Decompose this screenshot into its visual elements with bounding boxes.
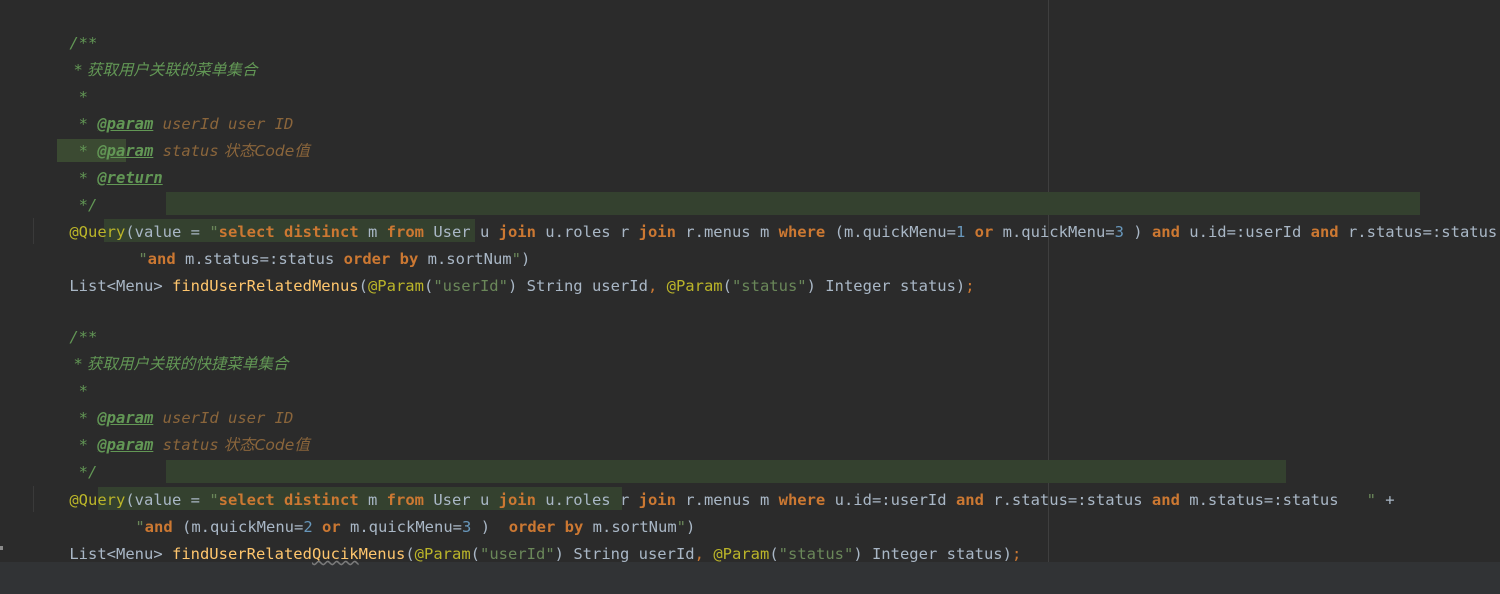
doc-param-name: status	[153, 142, 219, 160]
concat-operator: +	[1375, 491, 1395, 509]
code-line[interactable]: */	[32, 165, 98, 214]
code-editor[interactable]: /** * 获取用户关联的菜单集合 * * @param userId user…	[0, 0, 1500, 594]
code-line[interactable]: * @return	[32, 138, 163, 187]
code-line[interactable]: List<Menu> findUserRelatedQucikMenus(@Pa…	[32, 514, 1021, 563]
gutter-marker	[0, 546, 3, 550]
sql-keyword: and	[1151, 491, 1180, 509]
paren: (	[470, 545, 480, 563]
paren: (	[769, 545, 779, 563]
param-declaration: ) Integer status)	[853, 545, 1012, 563]
typo-warning[interactable]: Qucik	[312, 545, 359, 563]
sql-number: 1	[955, 223, 966, 241]
sql-keyword: or	[974, 223, 994, 241]
doc-comment-description: * 获取用户关联的菜单集合	[69, 61, 258, 79]
string-literal: "userId"	[433, 277, 508, 295]
method-name[interactable]: findUserRelatedMenus	[172, 277, 359, 295]
code-line[interactable]: * 获取用户关联的快捷菜单集合	[32, 324, 288, 373]
doc-comment-description: * 获取用户关联的快捷菜单集合	[69, 355, 289, 373]
code-line[interactable]: List<Menu> findUserRelatedMenus(@Param("…	[32, 246, 974, 295]
method-name[interactable]: findUserRelated	[172, 545, 312, 563]
string-quote: "	[1366, 491, 1376, 509]
paren: (	[423, 277, 434, 295]
return-type: List<Menu>	[69, 545, 172, 563]
code-line[interactable]: */	[32, 432, 98, 481]
code-line[interactable]: @Query(value = "select distinct m from U…	[32, 460, 1394, 509]
code-line[interactable]: * @param status 状态Code值	[32, 405, 310, 454]
code-line[interactable]: * @param userId user ID	[32, 378, 294, 427]
comma: ,	[647, 277, 667, 295]
param-annotation: @Param	[713, 545, 770, 563]
code-line[interactable]: /**	[32, 297, 97, 346]
string-literal: "status"	[778, 545, 854, 563]
code-line[interactable]: @Query(value = "select distinct m from U…	[32, 192, 1500, 241]
sql-text: u.id=:userId	[825, 491, 956, 509]
sql-text: m.status=:status	[1179, 491, 1367, 509]
param-annotation: @Param	[367, 277, 424, 295]
sql-keyword: and	[955, 491, 984, 509]
sql-keyword: where	[778, 223, 826, 241]
sql-number: 3	[1114, 223, 1124, 241]
string-literal: "status"	[731, 277, 807, 295]
code-line[interactable]: *	[32, 57, 88, 106]
sql-keyword: and	[1310, 223, 1339, 241]
sql-keyword: where	[778, 491, 826, 509]
code-line[interactable]: "and (m.quickMenu=2 or m.quickMenu=3 ) o…	[98, 487, 695, 536]
sql-text: r.status=:status	[983, 491, 1152, 509]
doc-param-name: status	[153, 436, 219, 454]
doc-param-tag: @param	[97, 436, 154, 454]
method-name[interactable]: Menus	[359, 545, 406, 563]
sql-text: )	[1123, 223, 1152, 241]
paren: (	[405, 545, 415, 563]
semicolon: ;	[965, 277, 975, 295]
param-annotation: @Param	[666, 277, 723, 295]
param-annotation: @Param	[414, 545, 471, 563]
param-declaration: ) String userId	[554, 545, 695, 563]
return-type: List<Menu>	[69, 277, 172, 295]
sql-text: u.roles r	[535, 223, 639, 241]
sql-text: r.status=:status	[1338, 223, 1500, 241]
comma: ,	[694, 545, 714, 563]
sql-text: m.quickMenu=	[993, 223, 1115, 241]
param-declaration: ) String userId	[507, 277, 648, 295]
doc-param-description: 状态Code值	[218, 142, 310, 160]
doc-return-tag: @return	[97, 169, 163, 187]
code-line[interactable]: *	[32, 351, 88, 400]
code-line[interactable]: * 获取用户关联的菜单集合	[32, 30, 257, 79]
string-literal: "userId"	[480, 545, 555, 563]
semicolon: ;	[1011, 545, 1022, 563]
sql-text: u.id=:userId	[1179, 223, 1311, 241]
code-line[interactable]: /**	[32, 3, 97, 52]
sql-text: (m.quickMenu=	[825, 223, 956, 241]
sql-keyword: and	[1151, 223, 1180, 241]
sql-text: r.menus m	[675, 223, 779, 241]
paren: (	[358, 277, 368, 295]
param-declaration: ) Integer status)	[806, 277, 966, 295]
code-line[interactable]: * @param status 状态Code值	[32, 111, 310, 160]
code-line[interactable]: * @param userId user ID	[32, 84, 294, 133]
paren: (	[722, 277, 732, 295]
sql-keyword: join	[638, 223, 676, 241]
code-line[interactable]: "and m.status=:status order by m.sortNum…	[101, 219, 530, 268]
doc-param-description: 状态Code值	[218, 436, 310, 454]
